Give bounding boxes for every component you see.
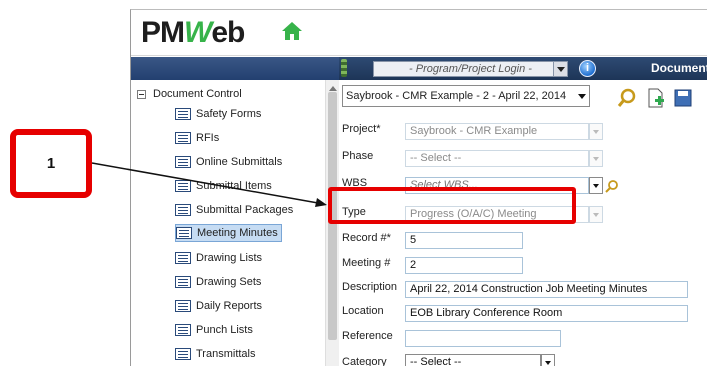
category-label: Category bbox=[342, 356, 387, 366]
sidebar-item-label: Safety Forms bbox=[196, 108, 262, 120]
sidebar-item-meeting-minutes[interactable]: Meeting Minutes bbox=[175, 224, 282, 242]
sidebar-item-daily-reports[interactable]: Daily Reports bbox=[175, 297, 265, 315]
description-label: Description bbox=[342, 281, 398, 293]
search-icon[interactable] bbox=[616, 87, 638, 109]
sidebar-item-label: Punch Lists bbox=[196, 324, 253, 336]
toolbar-strip: - Program/Project Login - i Document bbox=[131, 57, 707, 80]
grip-handle-icon[interactable] bbox=[341, 59, 347, 77]
sidebar-item-drawing-sets[interactable]: Drawing Sets bbox=[175, 273, 264, 291]
sidebar-item-label: Meeting Minutes bbox=[197, 227, 278, 239]
tree-root-document-control[interactable]: Document Control bbox=[137, 85, 242, 103]
scroll-up-icon[interactable] bbox=[329, 82, 337, 91]
record-select[interactable]: Saybrook - CMR Example - 2 - April 22, 2… bbox=[342, 85, 590, 107]
sidebar-item-label: Drawing Lists bbox=[196, 252, 263, 264]
sidebar-item-label: Submittal Items bbox=[196, 180, 272, 192]
sidebar-item-label: Online Submittals bbox=[196, 156, 283, 168]
form-icon bbox=[175, 348, 191, 360]
form-icon bbox=[175, 132, 191, 144]
search-icon[interactable] bbox=[605, 179, 619, 193]
sidebar-item-online-submittals[interactable]: Online Submittals bbox=[175, 153, 285, 171]
form-icon bbox=[175, 204, 191, 216]
collapse-icon[interactable] bbox=[137, 89, 146, 99]
form-icon bbox=[175, 108, 191, 120]
form-icon bbox=[175, 276, 191, 288]
record-number-label: Record #* bbox=[342, 232, 391, 244]
location-field[interactable]: EOB Library Conference Room bbox=[405, 305, 688, 322]
annotation-callout: 1 bbox=[10, 129, 92, 198]
sidebar-item-safety-forms[interactable]: Safety Forms bbox=[175, 105, 264, 123]
add-new-icon[interactable] bbox=[645, 87, 667, 109]
chevron-down-icon[interactable] bbox=[575, 86, 589, 106]
meeting-number-label: Meeting # bbox=[342, 257, 391, 269]
category-field[interactable]: -- Select -- bbox=[405, 354, 541, 366]
info-icon[interactable]: i bbox=[579, 60, 596, 77]
chevron-down-icon[interactable] bbox=[589, 150, 603, 167]
reference-label: Reference bbox=[342, 330, 393, 342]
sidebar-item-drawing-lists[interactable]: Drawing Lists bbox=[175, 249, 265, 267]
phase-field[interactable]: -- Select -- bbox=[405, 150, 589, 167]
form-icon bbox=[176, 227, 192, 239]
home-icon[interactable] bbox=[281, 21, 303, 41]
chevron-down-icon[interactable] bbox=[589, 123, 603, 140]
form-icon bbox=[175, 180, 191, 192]
record-number-field[interactable]: 5 bbox=[405, 232, 523, 249]
sidebar-item-rfis[interactable]: RFIs bbox=[175, 129, 222, 147]
chevron-down-icon[interactable] bbox=[541, 354, 555, 366]
header-bar: PMWeb bbox=[131, 10, 707, 56]
pmweb-logo: PMWeb bbox=[141, 16, 245, 49]
chevron-down-icon[interactable] bbox=[589, 177, 603, 194]
meeting-number-field[interactable]: 2 bbox=[405, 257, 523, 274]
sidebar-tree: Document Control Safety Forms RFIs Onlin… bbox=[131, 80, 325, 366]
chevron-down-icon[interactable] bbox=[553, 62, 567, 76]
form-icon bbox=[175, 252, 191, 264]
phase-label: Phase bbox=[342, 150, 374, 162]
sidebar-item-punch-lists[interactable]: Punch Lists bbox=[175, 321, 256, 339]
sidebar-item-label: Drawing Sets bbox=[196, 276, 262, 288]
project-field[interactable]: Saybrook - CMR Example bbox=[405, 123, 589, 140]
location-label: Location bbox=[342, 305, 384, 317]
project-login-label: - Program/Project Login - bbox=[409, 63, 532, 75]
form-icon bbox=[175, 156, 191, 168]
form-icon bbox=[175, 324, 191, 336]
project-label: Project* bbox=[342, 123, 381, 135]
chevron-down-icon[interactable] bbox=[589, 206, 603, 223]
sidebar-item-label: Transmittals bbox=[196, 348, 256, 360]
project-login-select[interactable]: - Program/Project Login - bbox=[373, 61, 568, 77]
annotation-highlight-box bbox=[328, 187, 576, 224]
form-icon bbox=[175, 300, 191, 312]
reference-field[interactable] bbox=[405, 330, 561, 347]
record-select-value: Saybrook - CMR Example - 2 - April 22, 2… bbox=[346, 90, 567, 102]
sidebar-item-label: RFIs bbox=[196, 132, 220, 144]
sidebar-item-label: Submittal Packages bbox=[196, 204, 294, 216]
sidebar-item-submittal-packages[interactable]: Submittal Packages bbox=[175, 201, 296, 219]
module-title: Document bbox=[651, 61, 707, 75]
callout-number: 1 bbox=[46, 155, 56, 172]
save-icon[interactable] bbox=[672, 87, 694, 109]
sidebar-item-label: Daily Reports bbox=[196, 300, 263, 312]
sidebar-item-submittal-items[interactable]: Submittal Items bbox=[175, 177, 275, 195]
sidebar-header bbox=[131, 57, 339, 80]
sidebar-item-transmittals[interactable]: Transmittals bbox=[175, 345, 259, 363]
description-field[interactable]: April 22, 2014 Construction Job Meeting … bbox=[405, 281, 688, 298]
tree-root-label: Document Control bbox=[153, 88, 242, 100]
